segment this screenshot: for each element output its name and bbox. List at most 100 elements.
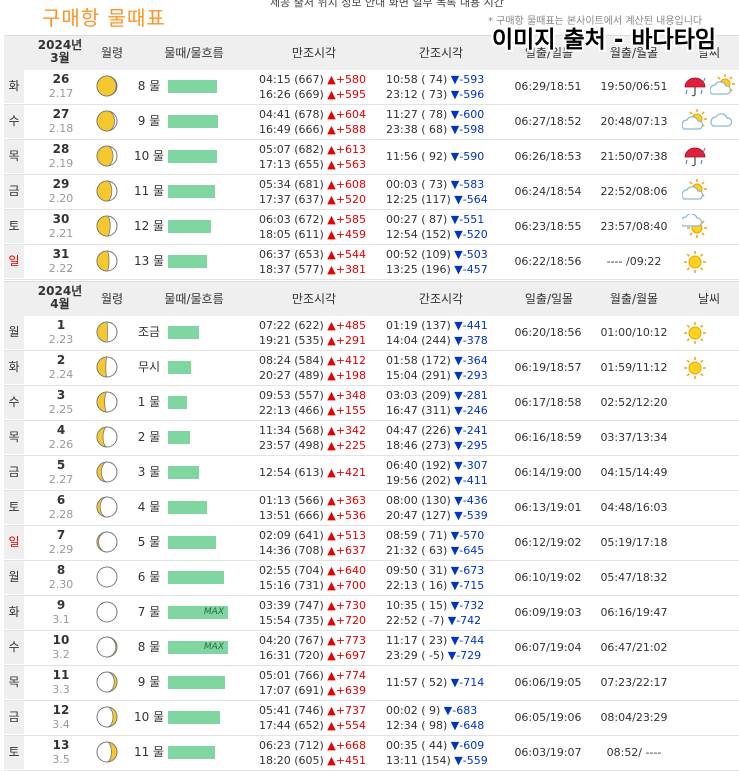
day-of-week: 토 xyxy=(4,210,24,243)
tide-name: 무시 xyxy=(137,360,161,374)
low-tide-diff: ▼-714 xyxy=(450,676,485,689)
tide-flow-bar: MAX xyxy=(168,606,228,619)
high-tide-diff: ▲+774 xyxy=(327,669,366,682)
solar-date: 6 xyxy=(56,493,66,507)
high-tide-time: 17:37 (637) xyxy=(259,193,324,206)
high-tide-entry: 18:37 (577) ▲+381 xyxy=(259,262,379,277)
high-tide-times: 05:07 (682) ▲+613 17:13 (655) ▲+563 xyxy=(259,142,379,172)
header-month: 4월 xyxy=(50,297,70,311)
high-tide-diff: ▲+513 xyxy=(327,529,366,542)
solar-date: 27 xyxy=(52,107,70,121)
low-tide-entry: 11:17 ( 23) ▼-744 xyxy=(386,633,506,648)
moon-phase xyxy=(96,391,118,413)
high-tide-time: 05:01 (766) xyxy=(259,669,324,682)
table-row: 금 12 3.4 10 물 05:41 (746) ▲+737 17:44 (652) ▲… xyxy=(4,701,739,736)
high-tide-time: 04:20 (767) xyxy=(259,634,324,647)
high-tide-entry: 03:39 (747) ▲+730 xyxy=(259,598,379,613)
page-title: 구매항 물때표 xyxy=(42,6,166,30)
table-row: 목 28 2.19 10 물 05:07 (682) ▲+613 17:13 (655) … xyxy=(4,140,739,175)
april-tide-table: 2024년 4월 월령 물때/물흐름 만조시각 간조시각 일출/일몰 월출/월몰 … xyxy=(4,281,739,771)
high-tide-time: 06:37 (653) xyxy=(259,248,324,261)
low-tide-times: 00:35 ( 44) ▼-609 13:11 (154) ▼-559 xyxy=(386,738,506,768)
low-tide-entry: 10:58 ( 74) ▼-593 xyxy=(386,72,506,87)
low-tide-diff: ▼-378 xyxy=(454,334,488,347)
high-tide-times: 05:41 (746) ▲+737 17:44 (652) ▲+554 xyxy=(259,703,379,733)
solar-date: 4 xyxy=(56,423,66,437)
moon-phase xyxy=(96,706,118,728)
moon-phase-icon xyxy=(96,250,118,272)
solar-date: 9 xyxy=(56,598,66,612)
moonrise-moonset: 04:15/14:49 xyxy=(600,466,668,479)
sunrise-sunset: 06:06/19:05 xyxy=(514,676,582,689)
low-tide-times: 00:27 ( 87) ▼-551 12:54 (152) ▼-520 xyxy=(386,212,506,242)
low-tide-diff: ▼-441 xyxy=(454,319,488,332)
solar-date: 11 xyxy=(52,668,70,682)
lunar-date: 2.27 xyxy=(48,473,74,486)
moonrise-moonset: 08:52/ ---- xyxy=(606,746,662,759)
high-tide-entry: 06:03 (672) ▲+585 xyxy=(259,212,379,227)
moonrise-moonset: 04:48/16:03 xyxy=(600,501,668,514)
low-tide-time: 01:19 (137) xyxy=(386,319,451,332)
high-tide-entry: 20:27 (489) ▲+198 xyxy=(259,368,379,383)
lunar-date: 3.1 xyxy=(52,613,70,626)
moonrise-moonset: 19:50/06:51 xyxy=(600,80,668,93)
moon-phase-icon xyxy=(96,321,118,343)
moonrise-moonset: 21:50/07:38 xyxy=(600,150,668,163)
high-tide-entry: 19:21 (535) ▲+291 xyxy=(259,333,379,348)
cloud-sun-icon xyxy=(710,74,735,95)
high-tide-entry: 16:49 (666) ▲+588 xyxy=(259,122,379,137)
table-row: 월 1 2.23 조금 07:22 (622) ▲+485 19:21 (535) ▲+2… xyxy=(4,316,739,351)
moon-phase-icon xyxy=(96,145,118,167)
moon-phase xyxy=(96,250,118,272)
low-tide-entry: 01:19 (137) ▼-441 xyxy=(386,318,506,333)
high-tide-diff: ▲+412 xyxy=(327,354,366,367)
moonrise-moonset: 06:16/19:47 xyxy=(600,606,668,619)
high-tide-times: 06:37 (653) ▲+544 18:37 (577) ▲+381 xyxy=(259,247,379,277)
high-tide-time: 04:15 (667) xyxy=(259,73,324,86)
header-tide-flow: 물때/물흐름 xyxy=(164,46,224,60)
moonrise-moonset: 07:23/22:17 xyxy=(600,676,668,689)
sunrise-sunset: 06:17/18:58 xyxy=(514,396,582,409)
day-of-week: 월 xyxy=(4,561,24,594)
high-tide-time: 01:13 (566) xyxy=(259,494,324,507)
solar-date: 29 xyxy=(52,177,70,191)
high-tide-times: 01:13 (566) ▲+363 13:51 (666) ▲+536 xyxy=(259,493,379,523)
high-tide-entry: 02:55 (704) ▲+640 xyxy=(259,563,379,578)
low-tide-entry: 14:04 (244) ▼-378 xyxy=(386,333,506,348)
low-tide-time: 04:47 (226) xyxy=(386,424,451,437)
header-high-tide: 만조시각 xyxy=(291,292,337,306)
moon-phase-icon xyxy=(96,566,118,588)
image-source-watermark: 이미지 출처 - 바다타임 xyxy=(492,27,717,53)
tide-name: 9 물 xyxy=(137,675,161,689)
tide-flow-bar-track xyxy=(168,80,248,93)
solar-date: 1 xyxy=(56,318,66,332)
tide-flow-bar xyxy=(168,466,199,479)
lunar-date: 3.3 xyxy=(52,683,70,696)
low-tide-entry: 04:47 (226) ▼-241 xyxy=(386,423,506,438)
table-row: 수 3 2.25 1 물 09:53 (557) ▲+348 22:13 (466) ▲+… xyxy=(4,386,739,421)
low-tide-times: 00:02 ( 9) ▼-683 12:34 ( 98) ▼-648 xyxy=(386,703,506,733)
moonrise-moonset: 02:52/12:20 xyxy=(600,396,668,409)
low-tide-entry: 22:13 ( 16) ▼-715 xyxy=(386,578,506,593)
cloud-sun-icon xyxy=(682,179,707,200)
low-tide-times: 11:27 ( 78) ▼-600 23:38 ( 68) ▼-598 xyxy=(386,107,506,137)
low-tide-entry: 20:47 (127) ▼-539 xyxy=(386,508,506,523)
moon-phase-icon xyxy=(96,180,118,202)
tide-flow-bar xyxy=(168,676,225,689)
low-tide-entry: 22:52 ( -7) ▼-742 xyxy=(386,613,506,628)
table-row: 토 13 3.5 11 물 06:23 (712) ▲+668 18:20 (605) ▲… xyxy=(4,736,739,771)
high-tide-times: 08:24 (584) ▲+412 20:27 (489) ▲+198 xyxy=(259,353,379,383)
tide-flow-bar xyxy=(168,150,217,163)
high-tide-time: 22:13 (466) xyxy=(259,404,324,417)
low-tide-time: 00:03 ( 73) xyxy=(386,178,448,191)
tide-flow-bar-track xyxy=(168,676,248,689)
solar-date: 5 xyxy=(56,458,66,472)
tide-flow-bar xyxy=(168,326,199,339)
sunrise-sunset: 06:09/19:03 xyxy=(514,606,582,619)
high-tide-diff: ▲+459 xyxy=(327,228,366,241)
moon-phase xyxy=(96,566,118,588)
low-tide-diff: ▼-457 xyxy=(454,263,488,276)
low-tide-time: 11:17 ( 23) xyxy=(386,634,448,647)
low-tide-time: 15:04 (291) xyxy=(386,369,451,382)
low-tide-times: 11:17 ( 23) ▼-744 23:29 ( -5) ▼-729 xyxy=(386,633,506,663)
